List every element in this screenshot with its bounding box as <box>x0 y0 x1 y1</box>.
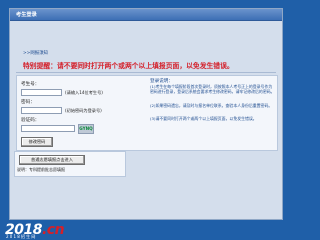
divider <box>16 72 276 73</box>
login-panel: 考生登录 >>网报须知 特别提醒：请不要同时打开两个或两个以上填报页面，以免发生… <box>9 8 283 220</box>
note-item-2: (2)如果密码遗忘，请及时与报名单位联系，查验本人身份后重置密码。 <box>150 103 273 108</box>
login-form: 考生号： (请输入14位考生号) 密码： (初始密码为登录号) 验证码： GYN… <box>16 75 278 151</box>
password-hint: (初始密码为登录号) <box>65 108 102 113</box>
logo-subtitle: 2018招生网 <box>6 234 37 239</box>
logo-suffix: .cn <box>41 222 65 238</box>
login-notes: 登录说明： (1)考生在每个填报阶段首次登录时，须按照本人考号正上的登录号作为密… <box>148 76 277 150</box>
captcha-input[interactable] <box>21 125 75 132</box>
exam-no-label: 考生号： <box>21 82 40 87</box>
password-input[interactable] <box>21 107 62 114</box>
captcha-image[interactable]: GYNQ <box>78 124 94 134</box>
warning-text: 特别提醒：请不要同时打开两个或两个以上填报页面，以免发生错误。 <box>23 62 234 70</box>
note-item-3: (3)请不要同时打开两个或两个以上填报页面，以免发生错误。 <box>150 116 257 121</box>
enter-application-button[interactable]: 普通志愿填报点击进入 <box>19 155 85 165</box>
password-label: 密码： <box>21 100 35 105</box>
notice-text: 说明：专科提前批志愿填报 <box>17 167 65 172</box>
title-bar: 考生登录 <box>10 9 282 21</box>
captcha-label: 验证码： <box>21 118 40 123</box>
notice-box: 普通志愿填报点击进入 说明：专科提前批志愿填报 <box>14 151 126 177</box>
exam-no-input[interactable] <box>21 89 62 96</box>
window-title: 考生登录 <box>16 12 37 18</box>
breadcrumb[interactable]: >>网报须知 <box>23 50 48 56</box>
note-item-1: (1)考生在每个填报阶段首次登录时，须按照本人考号正上的登录号作为密码进行登录，… <box>150 84 275 94</box>
change-password-button[interactable]: 修改密码 <box>21 137 53 147</box>
exam-no-hint: (请输入14位考生号) <box>65 90 103 95</box>
